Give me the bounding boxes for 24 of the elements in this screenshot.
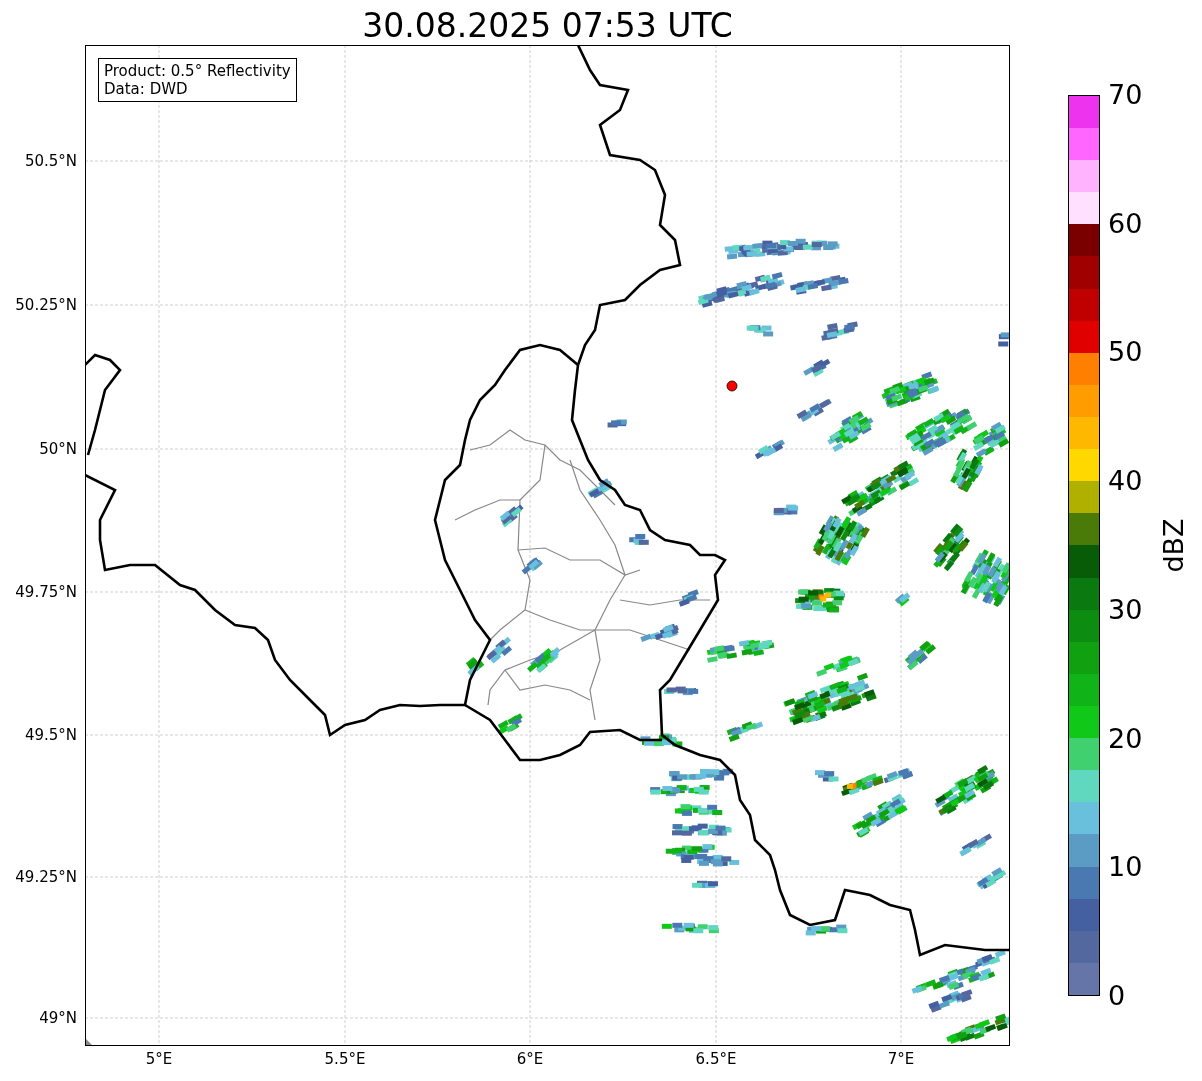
colorbar-tick-label: 70	[1108, 80, 1143, 110]
legend-text: Data: DWD	[104, 80, 189, 98]
latitude-label: 50°N	[39, 440, 77, 458]
colorbar-tick-label: 40	[1108, 466, 1143, 497]
colorbar-tick-label: 20	[1108, 723, 1143, 754]
colorbar-tick-label: 30	[1108, 594, 1143, 625]
latitude-label: 49.5°N	[24, 726, 77, 744]
colorbar-tick-label: 60	[1108, 208, 1143, 239]
colorbar-tick-label: 10	[1108, 852, 1143, 883]
colorbar-tick-label: 50	[1108, 337, 1143, 368]
longitude-label: 5.5°E	[324, 1050, 366, 1068]
longitude-label: 5°E	[145, 1050, 173, 1068]
longitude-label: 7°E	[887, 1050, 915, 1068]
latitude-label: 50.5°N	[24, 152, 77, 170]
latitude-label: 50.25°N	[15, 296, 77, 314]
longitude-label: 6°E	[516, 1050, 544, 1068]
colorbar-tick-label: 0	[1108, 981, 1126, 1011]
colorbar-label: dBZ	[1157, 518, 1189, 573]
chart-title: 30.08.2025 07:53 UTC	[361, 5, 734, 45]
legend-text: Product: 0.5° Reflectivity	[104, 62, 291, 80]
longitude-label: 6.5°E	[695, 1050, 737, 1068]
latitude-label: 49°N	[39, 1009, 77, 1027]
latitude-label: 49.75°N	[15, 583, 77, 601]
latitude-label: 49.25°N	[15, 868, 77, 886]
